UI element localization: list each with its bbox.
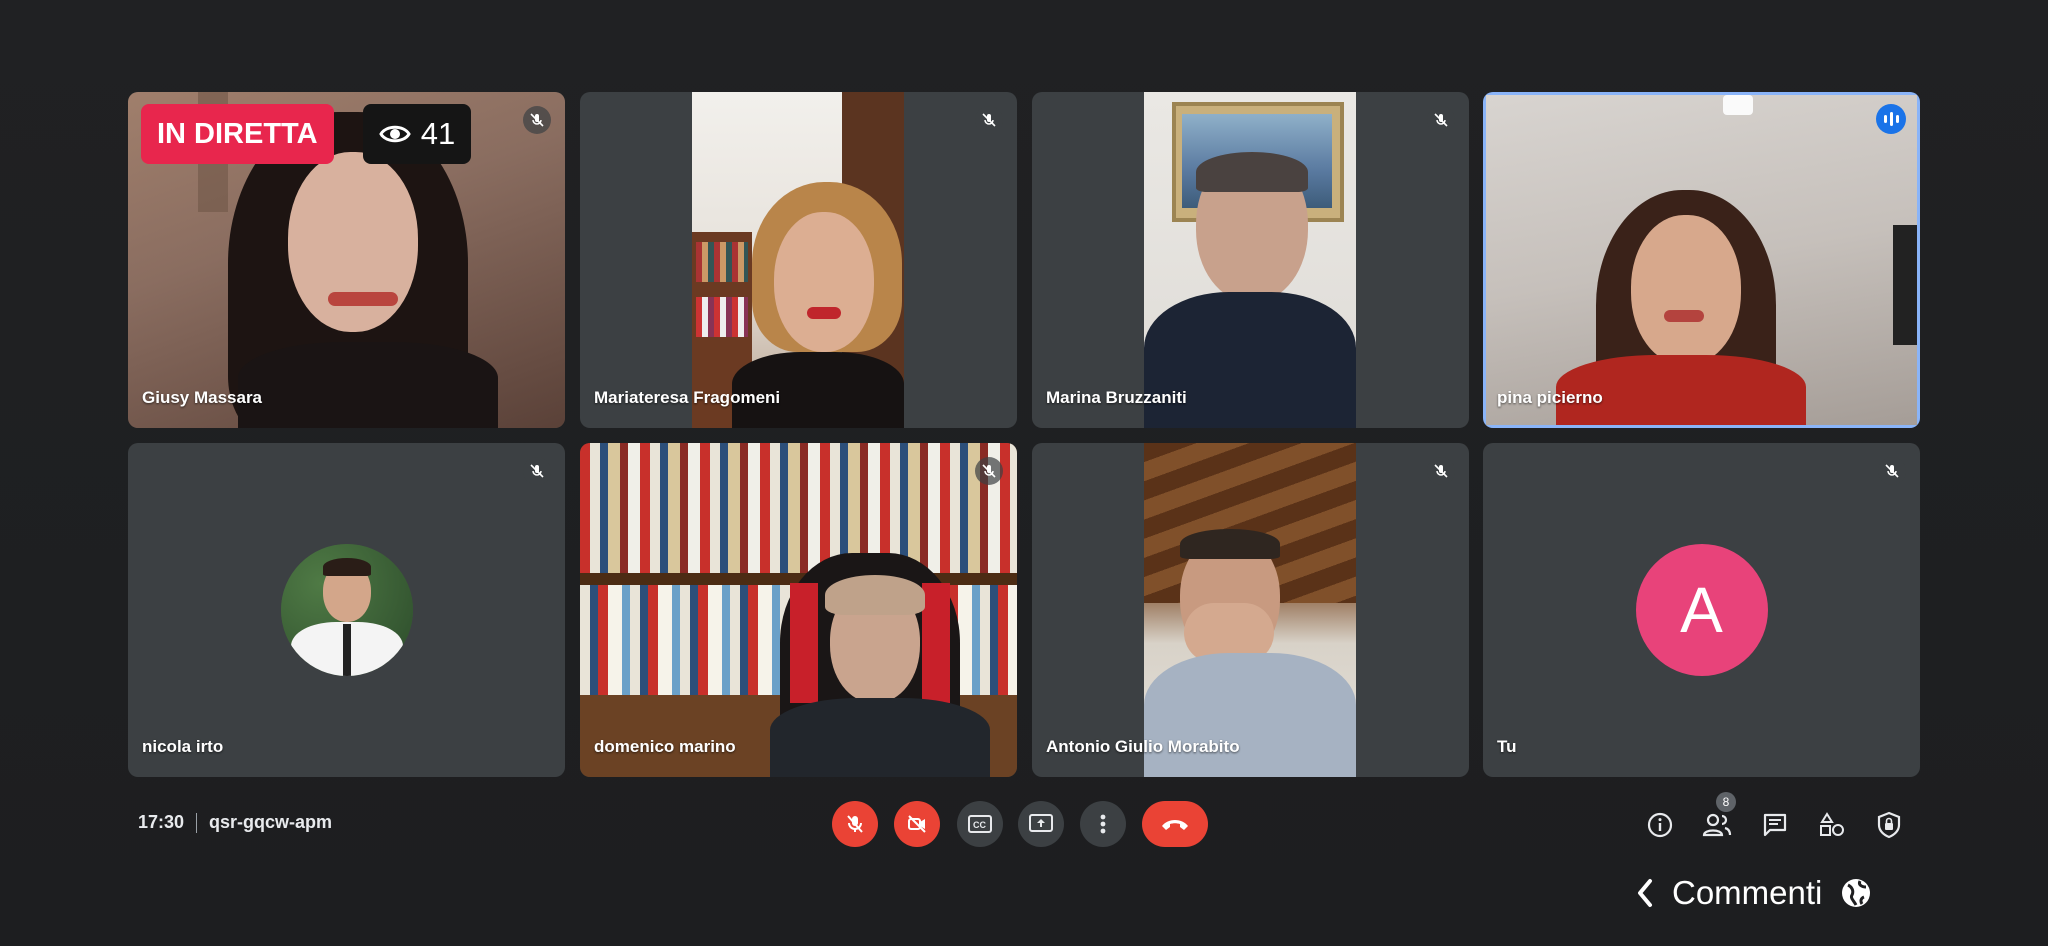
- hang-up-icon: [1162, 820, 1188, 830]
- muted-mic-icon: [1427, 106, 1455, 134]
- speaking-indicator-icon: [1876, 104, 1906, 134]
- participant-name: pina picierno: [1497, 388, 1603, 407]
- people-count-badge: 8: [1716, 792, 1736, 812]
- viewer-count-value: 41: [420, 116, 456, 151]
- participant-video: [1144, 443, 1356, 777]
- divider: [196, 812, 198, 833]
- muted-mic-icon: [975, 106, 1003, 134]
- mic-off-icon: [847, 815, 863, 833]
- participant-tile-marina-bruzzaniti[interactable]: Marina Bruzzaniti: [1032, 92, 1469, 428]
- camera-off-icon: [908, 815, 926, 833]
- people-icon: [1702, 813, 1732, 837]
- participant-name: Marina Bruzzaniti: [1046, 388, 1187, 407]
- participant-tile-antonio-giulio-morabito[interactable]: Antonio Giulio Morabito: [1032, 443, 1469, 777]
- present-screen-button[interactable]: [1018, 801, 1064, 847]
- captions-button[interactable]: CC: [957, 801, 1003, 847]
- host-controls-button[interactable]: [1874, 810, 1904, 840]
- info-icon: [1647, 812, 1673, 838]
- participant-video: [1144, 92, 1356, 428]
- muted-mic-icon: [523, 457, 551, 485]
- people-button[interactable]: [1702, 810, 1732, 840]
- eye-icon: [379, 125, 411, 143]
- viewer-count: 41: [363, 104, 471, 164]
- muted-mic-icon: [1427, 457, 1455, 485]
- participant-name: Antonio Giulio Morabito: [1046, 737, 1240, 756]
- comments-label: Commenti: [1672, 874, 1823, 911]
- muted-mic-icon: [523, 106, 551, 134]
- leave-call-button[interactable]: [1142, 801, 1208, 847]
- meeting-info: 17:30 qsr-gqcw-apm: [138, 812, 332, 833]
- muted-mic-icon: [975, 457, 1003, 485]
- participant-tile-mariateresa-fragomeni[interactable]: Mariateresa Fragomeni: [580, 92, 1017, 428]
- chat-icon: [1763, 813, 1787, 837]
- live-badge: IN DIRETTA: [141, 104, 334, 164]
- chevron-left-icon[interactable]: [1636, 878, 1654, 908]
- participant-name: Mariateresa Fragomeni: [594, 388, 781, 407]
- svg-text:CC: CC: [973, 820, 986, 830]
- shield-lock-icon: [1877, 811, 1901, 839]
- more-vert-icon: [1100, 814, 1106, 834]
- meeting-code: qsr-gqcw-apm: [209, 812, 333, 832]
- participant-name: nicola irto: [142, 737, 224, 756]
- participant-name: Giusy Massara: [142, 388, 263, 407]
- mic-toggle-button[interactable]: [832, 801, 878, 847]
- activities-icon: [1820, 812, 1844, 836]
- participant-tile-pina-picierno[interactable]: pina picierno: [1483, 92, 1920, 428]
- muted-mic-icon: [1878, 457, 1906, 485]
- meeting-time: 17:30: [138, 812, 185, 832]
- participant-tile-domenico-marino[interactable]: domenico marino: [580, 443, 1017, 777]
- present-icon: [1029, 814, 1053, 832]
- globe-icon[interactable]: [1840, 877, 1872, 909]
- participant-video: [1486, 95, 1917, 425]
- meeting-details-button[interactable]: [1645, 810, 1675, 840]
- participant-tile-self[interactable]: A Tu: [1483, 443, 1920, 777]
- participant-video: [580, 443, 1017, 777]
- chat-button[interactable]: [1760, 810, 1790, 840]
- avatar: A: [1635, 544, 1768, 676]
- comments-bar[interactable]: Commenti: [1636, 868, 1906, 918]
- meet-stage: IN DIRETTA 41 Giusy Massara Mariateresa …: [0, 0, 2048, 946]
- participant-name: Tu: [1497, 737, 1517, 756]
- camera-toggle-button[interactable]: [894, 801, 940, 847]
- more-options-button[interactable]: [1080, 801, 1126, 847]
- participant-video: [692, 92, 904, 428]
- activities-button[interactable]: [1817, 810, 1847, 840]
- avatar: [280, 544, 413, 676]
- captions-icon: CC: [968, 815, 992, 833]
- participant-name: domenico marino: [594, 737, 736, 756]
- participant-tile-nicola-irto[interactable]: nicola irto: [128, 443, 565, 777]
